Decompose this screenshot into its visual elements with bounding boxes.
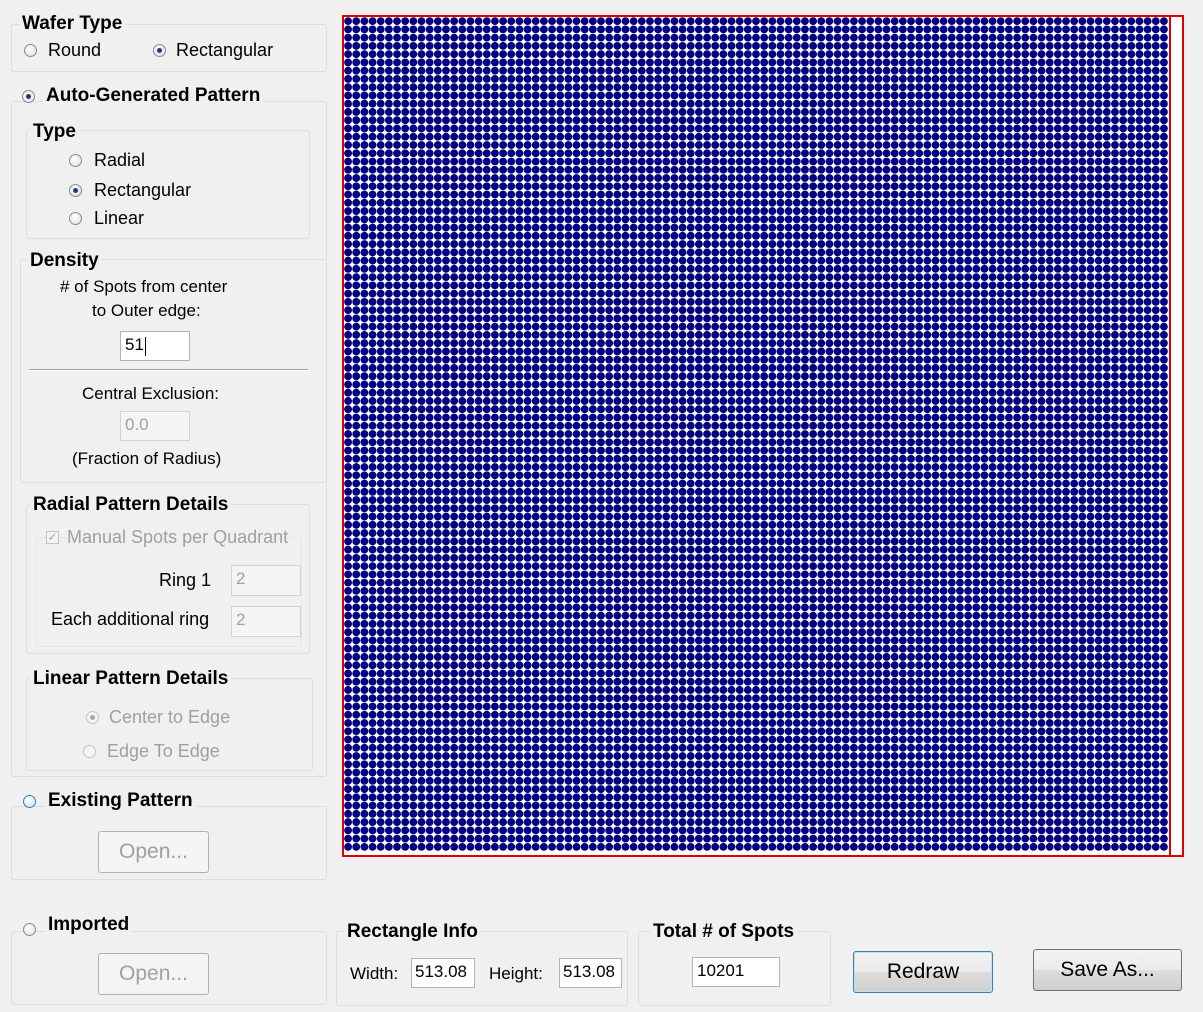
center-to-edge-radio[interactable] <box>86 711 99 724</box>
linear-details-title: Linear Pattern Details <box>30 668 232 690</box>
wafer-round-radio[interactable] <box>24 44 37 57</box>
density-title: Density <box>27 250 102 272</box>
type-linear-label[interactable]: Linear <box>94 208 144 229</box>
central-exclusion-input[interactable]: 0.0 <box>120 411 190 441</box>
manual-spots-checkbox[interactable]: ✓ <box>46 531 59 544</box>
spots-label-line1: # of Spots from center <box>60 277 228 296</box>
radial-details-title: Radial Pattern Details <box>30 494 232 516</box>
existing-pattern-radio[interactable] <box>23 795 36 808</box>
existing-pattern-label[interactable]: Existing Pattern <box>45 790 196 812</box>
spots-from-center-input[interactable]: 51 <box>120 331 190 361</box>
type-rectangular-radio[interactable] <box>69 184 82 197</box>
text-cursor <box>145 337 146 356</box>
auto-pattern-label[interactable]: Auto-Generated Pattern <box>43 85 264 107</box>
auto-pattern-radio[interactable] <box>22 90 35 103</box>
type-title: Type <box>30 121 79 143</box>
spots-label-line2: to Outer edge: <box>92 301 201 320</box>
wafer-round-label[interactable]: Round <box>48 40 101 61</box>
type-rectangular-label[interactable]: Rectangular <box>94 180 191 201</box>
central-exclusion-label: Central Exclusion: <box>82 384 220 403</box>
wafer-rectangular-radio[interactable] <box>153 44 166 57</box>
imported-open-button[interactable]: Open... <box>98 953 209 995</box>
edge-to-edge-label[interactable]: Edge To Edge <box>107 741 220 762</box>
ring1-input[interactable]: 2 <box>231 565 301 596</box>
existing-open-button[interactable]: Open... <box>98 831 209 873</box>
wafer-type-title: Wafer Type <box>19 13 126 35</box>
type-radial-label[interactable]: Radial <box>94 150 145 171</box>
pattern-canvas[interactable] <box>342 15 1184 857</box>
type-radial-radio[interactable] <box>69 154 82 167</box>
type-linear-radio[interactable] <box>69 212 82 225</box>
edge-to-edge-radio[interactable] <box>83 745 96 758</box>
wafer-rectangular-label[interactable]: Rectangular <box>176 40 273 61</box>
fraction-of-radius-note: (Fraction of Radius) <box>72 449 222 468</box>
imported-radio[interactable] <box>23 923 36 936</box>
density-separator <box>29 369 308 371</box>
ring1-label: Ring 1 <box>159 570 212 590</box>
additional-ring-label: Each additional ring <box>51 609 210 629</box>
imported-label[interactable]: Imported <box>45 914 133 936</box>
additional-ring-input[interactable]: 2 <box>231 606 301 637</box>
manual-spots-label[interactable]: Manual Spots per Quadrant <box>67 527 292 548</box>
center-to-edge-label[interactable]: Center to Edge <box>109 707 230 728</box>
